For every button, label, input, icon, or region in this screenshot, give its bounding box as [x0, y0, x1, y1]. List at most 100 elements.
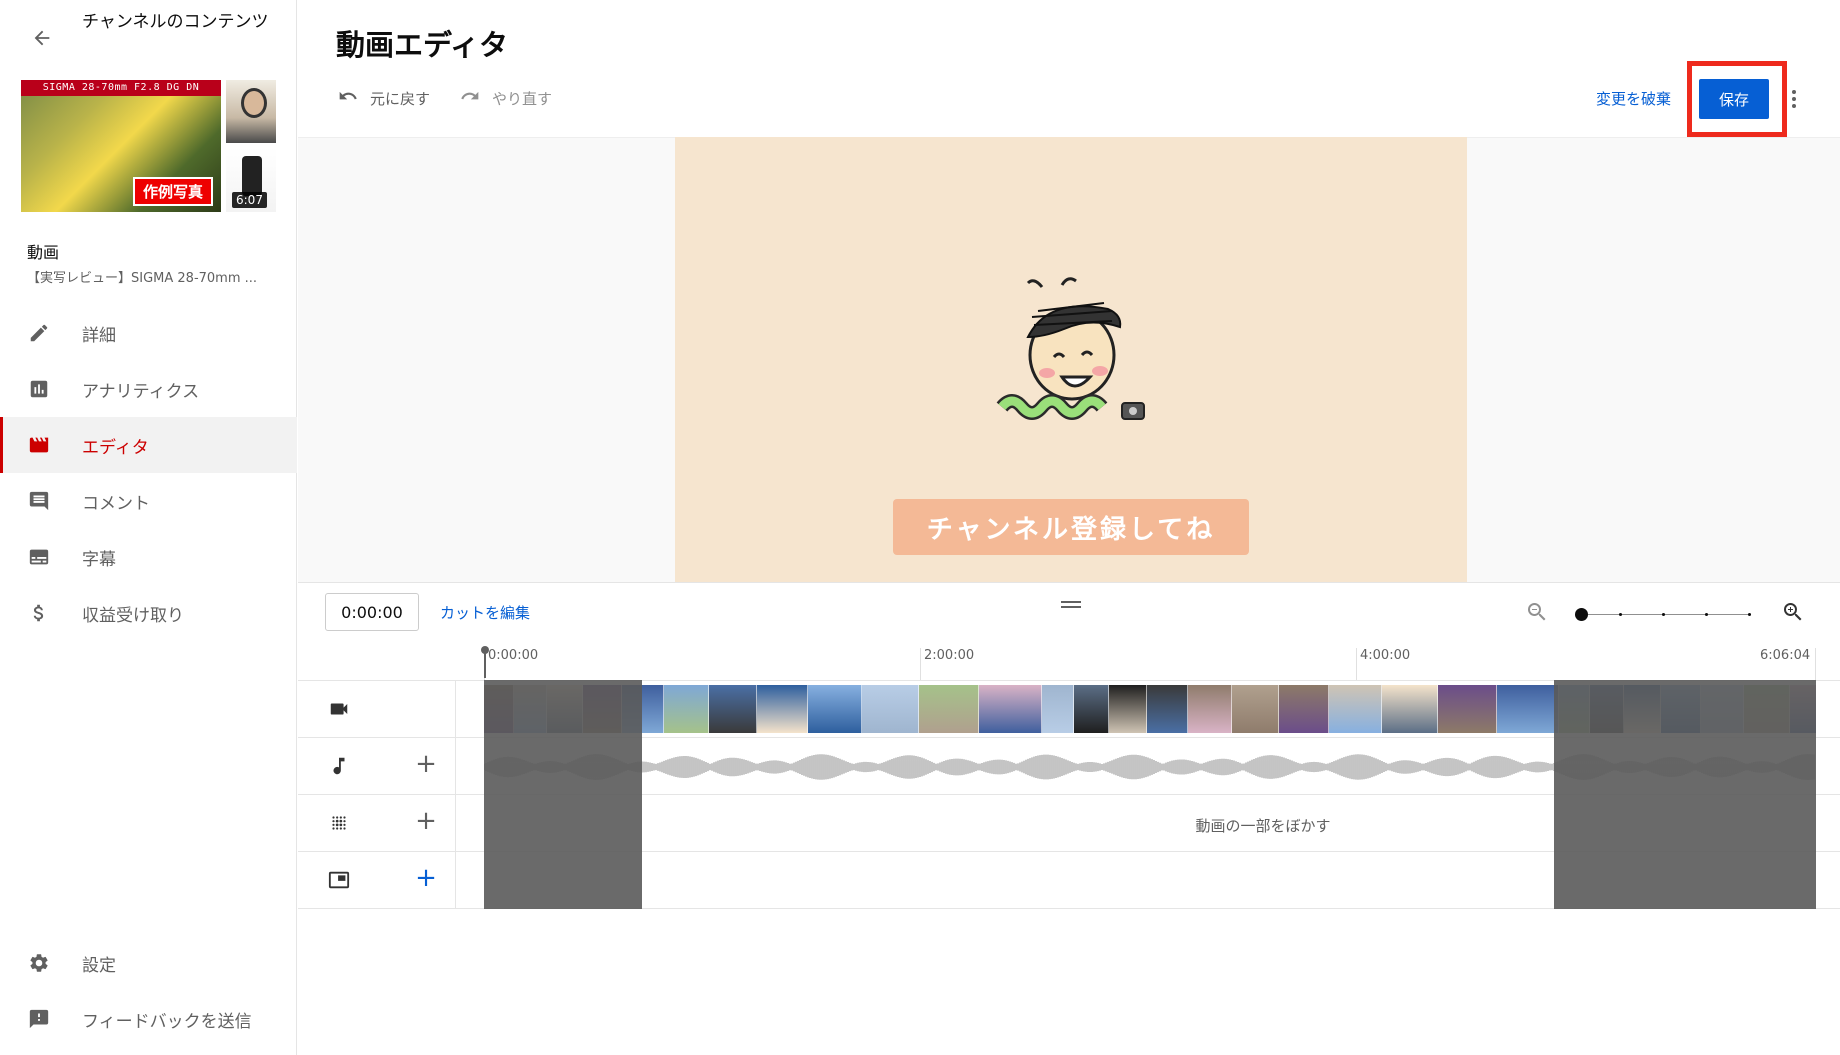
sidebar-item-label: フィードバックを送信	[82, 1011, 252, 1032]
zoom-slider-knob[interactable]	[1575, 608, 1588, 621]
end-screen-icon	[325, 868, 353, 892]
sidebar-item-feedback[interactable]: フィードバックを送信	[0, 991, 297, 1047]
zoom-step	[1619, 613, 1622, 616]
video-frame	[1074, 685, 1109, 733]
pencil-icon	[27, 321, 51, 345]
video-frame	[1279, 685, 1329, 733]
sidebar: チャンネルのコンテンツ SIGMA 28-70mm F2.8 DG DN 作例写…	[0, 0, 297, 1055]
sidebar-item-label: 字幕	[82, 549, 116, 570]
page-title: 動画エディタ	[336, 28, 508, 62]
subscribe-overlay-text: チャンネル登録してね	[893, 499, 1249, 555]
video-frame	[919, 685, 979, 733]
video-frame	[1109, 685, 1147, 733]
redo-label: やり直す	[492, 89, 553, 108]
zoom-out-icon[interactable]	[1525, 600, 1549, 628]
sidebar-item-details[interactable]: 詳細	[0, 305, 297, 361]
video-frame	[1438, 685, 1497, 733]
clapperboard-icon	[27, 433, 51, 457]
music-note-icon	[325, 754, 353, 778]
save-button[interactable]: 保存	[1699, 79, 1769, 119]
gear-icon	[27, 951, 51, 975]
analytics-icon	[27, 377, 51, 401]
subtitles-icon	[27, 545, 51, 569]
sidebar-item-settings[interactable]: 設定	[0, 935, 297, 991]
video-frame	[709, 685, 757, 733]
add-end-screen-button[interactable]: +	[413, 865, 439, 892]
video-frame	[1382, 685, 1438, 733]
sidebar-item-label: コメント	[82, 493, 150, 514]
zoom-step	[1748, 613, 1751, 616]
more-options-icon[interactable]	[1786, 82, 1802, 116]
edit-cut-button[interactable]: カットを編集	[440, 602, 530, 623]
back-arrow-icon[interactable]	[24, 20, 60, 56]
video-frame	[1329, 685, 1382, 733]
duration-badge: 6:07	[232, 192, 267, 208]
video-frame	[1497, 685, 1559, 733]
video-frame	[979, 685, 1042, 733]
track-header	[298, 681, 456, 738]
resize-handle-icon[interactable]	[1061, 600, 1081, 610]
thumbnail-banner: SIGMA 28-70mm F2.8 DG DN	[21, 80, 221, 96]
video-frame	[862, 685, 919, 733]
dollar-icon	[27, 601, 51, 625]
redo-button[interactable]: やり直す	[458, 86, 552, 110]
video-frame	[808, 685, 862, 733]
sidebar-item-label: 設定	[82, 955, 116, 976]
discard-changes-button[interactable]: 変更を破棄	[1596, 88, 1671, 109]
sidebar-item-editor[interactable]: エディタ	[0, 417, 297, 473]
cut-region-start[interactable]	[484, 680, 642, 909]
video-preview[interactable]: チャンネル登録してね	[675, 137, 1467, 582]
tick-label: 2:00:00	[924, 648, 975, 663]
video-frame	[757, 685, 808, 733]
channel-content-link[interactable]: チャンネルのコンテンツ	[82, 12, 282, 33]
thumbnail-person-image	[226, 80, 276, 143]
add-audio-button[interactable]: +	[413, 751, 439, 778]
sidebar-bottom-nav: 設定 フィードバックを送信	[0, 935, 297, 1047]
zoom-slider[interactable]	[1575, 608, 1751, 621]
timeline-separator	[298, 582, 1840, 583]
undo-button[interactable]: 元に戻す	[336, 86, 430, 110]
tick-line	[1356, 648, 1357, 680]
sidebar-nav: 詳細 アナリティクス エディタ コメント 字幕 収益受け取り	[0, 305, 297, 641]
video-frame	[1042, 685, 1074, 733]
zoom-step	[1662, 613, 1665, 616]
tick-label: 4:00:00	[1360, 648, 1411, 663]
tick-label: 0:00:00	[488, 648, 539, 663]
video-camera-icon	[325, 697, 353, 721]
editor-main: 動画エディタ 元に戻す やり直す 変更を破棄 保存 チャンネル登録してね 0:0…	[298, 0, 1840, 1055]
redo-icon	[458, 86, 482, 110]
undo-label: 元に戻す	[370, 89, 431, 108]
video-frame	[664, 685, 709, 733]
sidebar-item-label: エディタ	[82, 437, 149, 458]
timecode-field[interactable]: 0:00:00	[325, 593, 419, 631]
tick-label: 6:06:04	[1760, 648, 1811, 663]
track-header: +	[298, 852, 456, 909]
tick-line	[920, 648, 921, 680]
character-illustration-icon	[996, 277, 1145, 420]
video-title: 【実写レビュー】SIGMA 28-70mm ...	[27, 271, 258, 286]
sidebar-item-monetization[interactable]: 収益受け取り	[0, 585, 297, 641]
sidebar-item-subtitles[interactable]: 字幕	[0, 529, 297, 585]
zoom-in-icon[interactable]	[1781, 600, 1805, 628]
video-frame	[1147, 685, 1188, 733]
comment-icon	[27, 489, 51, 513]
video-frame	[1188, 685, 1232, 733]
video-editor-app: チャンネルのコンテンツ SIGMA 28-70mm F2.8 DG DN 作例写…	[0, 0, 1840, 1055]
playhead[interactable]	[481, 646, 489, 678]
editor-toolbar: 元に戻す やり直す	[336, 86, 552, 110]
zoom-step	[1705, 613, 1708, 616]
cut-region-end[interactable]	[1554, 680, 1816, 909]
undo-icon	[336, 86, 360, 110]
sidebar-item-label: 詳細	[82, 325, 116, 346]
sidebar-item-comments[interactable]: コメント	[0, 473, 297, 529]
video-label: 動画	[27, 243, 60, 262]
video-frame	[1232, 685, 1279, 733]
thumbnail-tag: 作例写真	[132, 177, 213, 206]
track-header: +	[298, 738, 456, 795]
sidebar-item-label: 収益受け取り	[82, 605, 184, 626]
video-thumbnail[interactable]: SIGMA 28-70mm F2.8 DG DN 作例写真	[21, 80, 221, 212]
sidebar-item-analytics[interactable]: アナリティクス	[0, 361, 297, 417]
tick-line	[1815, 648, 1816, 680]
sidebar-item-label: アナリティクス	[82, 381, 200, 402]
timeline-ruler[interactable]: 0:00:00 2:00:00 4:00:00 6:06:04	[484, 648, 1816, 680]
